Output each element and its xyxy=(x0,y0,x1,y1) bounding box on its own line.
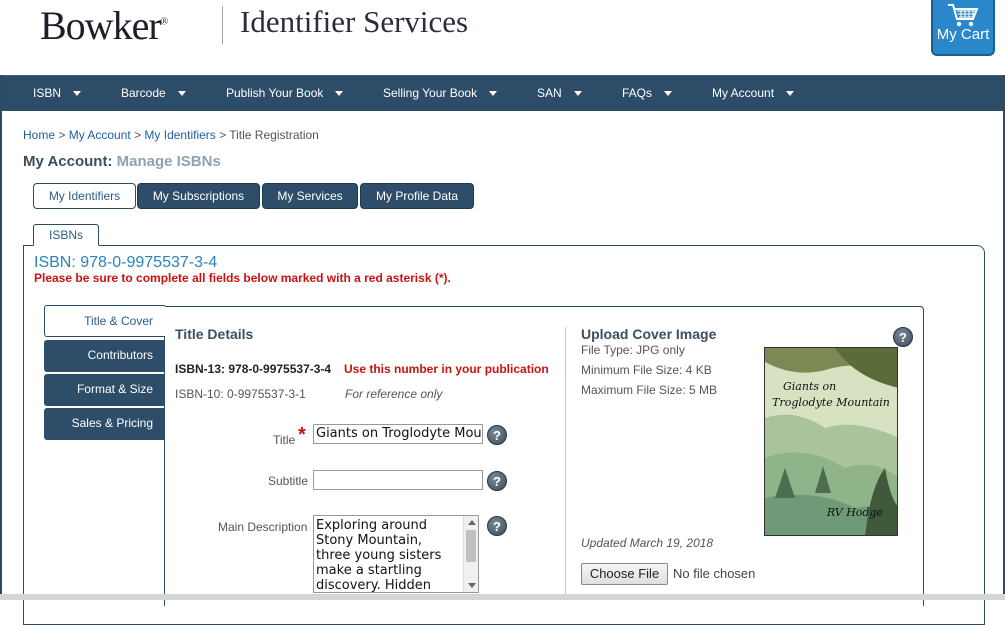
side-tab-sales-pricing[interactable]: Sales & Pricing xyxy=(44,408,165,440)
title-field[interactable]: Giants on Troglodyte Mountain xyxy=(313,424,483,444)
help-icon[interactable]: ? xyxy=(487,471,507,491)
isbn13-note: Use this number in your publication xyxy=(344,362,549,376)
isbn-heading: ISBN: 978-0-9975537-3-4 xyxy=(34,254,218,271)
required-asterisk: * xyxy=(298,424,306,446)
choose-file-button[interactable]: Choose File xyxy=(581,563,668,585)
file-type-info: File Type: JPG only xyxy=(581,343,685,357)
logo-divider xyxy=(222,6,223,44)
title-label: Title xyxy=(273,433,296,447)
caret-down-icon xyxy=(664,91,673,97)
cover-title-line1: Giants on xyxy=(783,380,837,393)
upload-cover-heading: Upload Cover Image xyxy=(581,326,717,342)
subtitle-label: Subtitle xyxy=(268,474,309,488)
cover-title-line2: Troglodyte Mountain xyxy=(772,396,890,409)
header: Bowker® Identifier Services My Cart xyxy=(0,0,1005,75)
column-divider xyxy=(565,327,566,597)
nav-selling-your-book[interactable]: Selling Your Book xyxy=(383,76,498,112)
main-description-label: Main Description xyxy=(218,520,308,534)
caret-down-icon xyxy=(573,91,582,97)
cart-icon xyxy=(948,4,979,27)
page-subtitle: Manage ISBNs xyxy=(116,153,221,170)
page-title: My Account: Manage ISBNs xyxy=(23,153,221,170)
isbn10-value: ISBN-10: 0-9975537-3-1 xyxy=(175,387,306,401)
nav-faqs[interactable]: FAQs xyxy=(622,76,673,112)
breadcrumb-my-identifiers[interactable]: My Identifiers xyxy=(144,128,215,142)
nav-my-account[interactable]: My Account xyxy=(712,76,795,112)
cover-updated-date: Updated March 19, 2018 xyxy=(581,536,714,550)
scroll-up-icon[interactable] xyxy=(468,520,476,525)
nav-san[interactable]: SAN xyxy=(537,76,582,112)
min-size-info: Minimum File Size: 4 KB xyxy=(581,363,712,377)
tab-isbns[interactable]: ISBNs xyxy=(33,224,99,246)
main-nav: ISBN Barcode Publish Your Book Selling Y… xyxy=(2,75,1003,111)
side-tab-contributors[interactable]: Contributors xyxy=(44,340,165,372)
breadcrumb-current: Title Registration xyxy=(229,128,319,142)
my-cart-button[interactable]: My Cart xyxy=(931,0,995,56)
tab-my-profile-data[interactable]: My Profile Data xyxy=(360,183,474,209)
caret-down-icon xyxy=(786,91,795,97)
main-description-field[interactable]: Exploring around Stony Mountain, three y… xyxy=(313,515,479,593)
caret-down-icon xyxy=(335,91,344,97)
breadcrumb-sep: > xyxy=(55,128,69,142)
caret-down-icon xyxy=(73,91,82,97)
caret-down-icon xyxy=(489,91,498,97)
side-tab-title-cover[interactable]: Title & Cover xyxy=(44,305,165,337)
breadcrumb: Home > My Account > My Identifiers > Tit… xyxy=(23,128,319,142)
tab-my-subscriptions[interactable]: My Subscriptions xyxy=(137,183,260,209)
title-details-heading: Title Details xyxy=(175,326,254,342)
caret-down-icon xyxy=(177,91,186,97)
nav-barcode[interactable]: Barcode xyxy=(121,76,186,112)
nav-publish-your-book[interactable]: Publish Your Book xyxy=(226,76,344,112)
isbn10-note: For reference only xyxy=(345,387,443,401)
breadcrumb-home[interactable]: Home xyxy=(23,128,55,142)
cover-image-preview: Giants on Troglodyte Mountain RV Hodge xyxy=(764,347,898,536)
bottom-strip xyxy=(0,594,1005,600)
side-tab-format-size[interactable]: Format & Size xyxy=(44,374,165,406)
help-icon[interactable]: ? xyxy=(893,327,913,347)
scroll-down-icon[interactable] xyxy=(468,583,476,588)
bowker-logo[interactable]: Bowker® xyxy=(40,2,168,49)
tab-my-services[interactable]: My Services xyxy=(262,183,358,209)
isbn13-value: ISBN-13: 978-0-9975537-3-4 xyxy=(175,362,332,376)
cover-author: RV Hodge xyxy=(826,506,883,519)
help-icon[interactable]: ? xyxy=(487,516,507,536)
site-tagline: Identifier Services xyxy=(240,4,469,39)
cart-label: My Cart xyxy=(936,26,990,43)
help-icon[interactable]: ? xyxy=(487,425,507,445)
max-size-info: Maximum File Size: 5 MB xyxy=(581,383,718,397)
nav-isbn[interactable]: ISBN xyxy=(33,76,82,112)
description-scrollbar[interactable] xyxy=(463,516,478,592)
subtitle-field[interactable] xyxy=(313,470,483,490)
tab-my-identifiers[interactable]: My Identifiers xyxy=(33,183,136,209)
required-fields-warning: Please be sure to complete all fields be… xyxy=(34,271,451,285)
breadcrumb-my-account[interactable]: My Account xyxy=(69,128,131,142)
no-file-chosen-text: No file chosen xyxy=(673,566,756,581)
scroll-thumb[interactable] xyxy=(466,530,476,562)
breadcrumb-sep: > xyxy=(130,128,145,142)
breadcrumb-sep: > xyxy=(215,128,230,142)
